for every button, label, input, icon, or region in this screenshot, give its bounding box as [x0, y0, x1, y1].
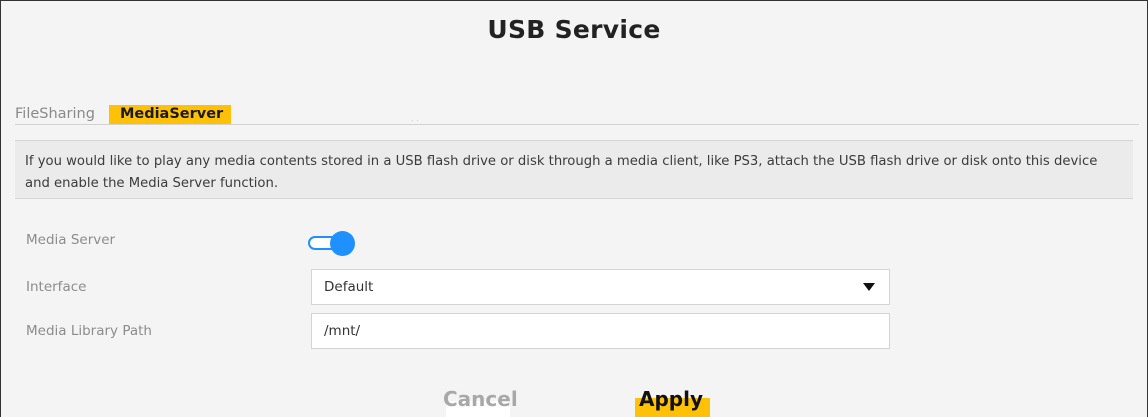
interface-label: Interface — [26, 279, 87, 295]
tab-bar: FileSharing MediaServer — [1, 104, 232, 124]
apply-button[interactable]: Apply — [639, 387, 703, 411]
caret-down-icon — [863, 283, 875, 291]
page-title: USB Service — [487, 15, 661, 44]
info-description: If you would like to play any media cont… — [15, 140, 1133, 199]
usb-service-page: USB Service FileSharing MediaServer ·· I… — [0, 0, 1148, 417]
media-library-path-input[interactable] — [311, 313, 890, 349]
cancel-button[interactable]: Cancel — [441, 387, 520, 411]
media-library-path-label: Media Library Path — [26, 323, 152, 339]
interface-select[interactable]: Default — [311, 269, 890, 305]
media-server-toggle[interactable] — [308, 231, 356, 256]
interface-select-value: Default — [324, 279, 374, 295]
tab-divider — [15, 124, 1139, 125]
tab-filesharing[interactable]: FileSharing — [1, 104, 109, 124]
tab-mediaserver[interactable]: MediaServer — [108, 104, 232, 124]
toggle-knob — [330, 231, 355, 256]
media-server-label: Media Server — [26, 232, 116, 248]
